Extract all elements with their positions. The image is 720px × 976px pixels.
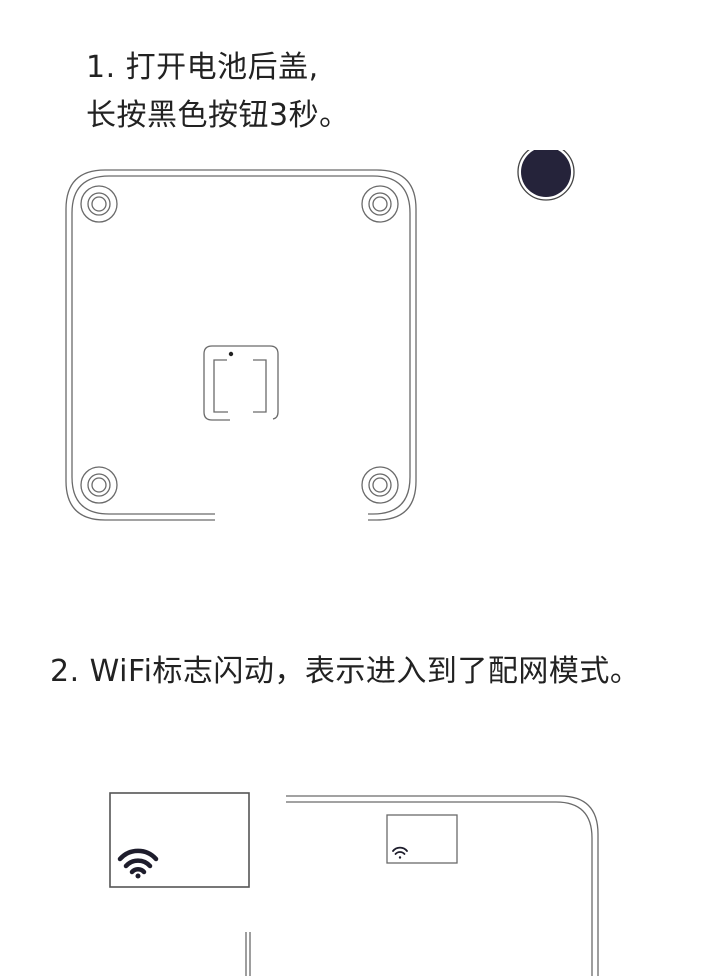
screw-hole-icon bbox=[361, 185, 399, 223]
back-cover-outer-outline bbox=[65, 169, 417, 521]
step2-instruction: 2. WiFi标志闪动，表示进入到了配网模式。 bbox=[50, 648, 640, 696]
device-front-inner-outline bbox=[286, 801, 593, 976]
step2-text: 2. WiFi标志闪动，表示进入到了配网模式。 bbox=[50, 654, 641, 689]
step1-instruction: 1. 打开电池后盖, 长按黑色按钮3秒。 bbox=[86, 44, 350, 140]
wifi-icon bbox=[392, 846, 408, 859]
screw-hole-icon bbox=[80, 466, 118, 504]
device-back-cover-diagram bbox=[65, 150, 575, 521]
device-front-diagram bbox=[109, 792, 599, 976]
step1-line2: 长按黑色按钮3秒。 bbox=[86, 98, 350, 133]
device-display-window bbox=[386, 814, 458, 864]
screw-hole-icon bbox=[80, 185, 118, 223]
back-cover-inner-outline bbox=[71, 175, 411, 515]
battery-compartment bbox=[203, 345, 279, 421]
screw-hole-icon bbox=[361, 466, 399, 504]
button-indicator-dot bbox=[228, 351, 234, 357]
device-front-outer-outline bbox=[286, 795, 599, 976]
wifi-icon bbox=[117, 848, 159, 879]
step1-line1: 1. 打开电池后盖, bbox=[86, 50, 319, 85]
